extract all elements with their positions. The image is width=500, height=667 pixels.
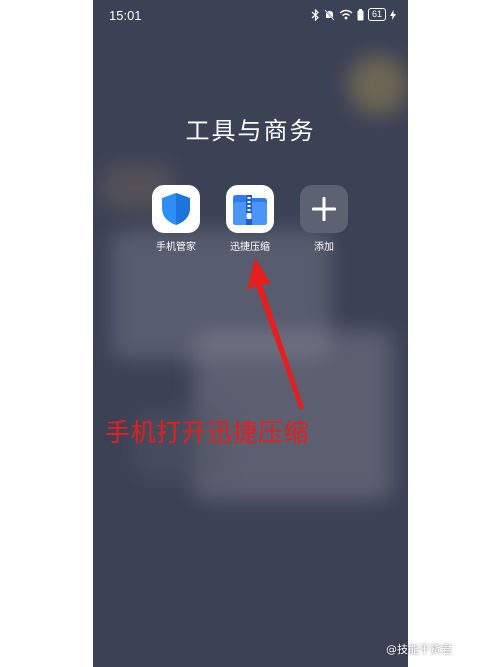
annotation-arrow (247, 258, 304, 410)
annotation-text: 手机打开迅捷压缩 (105, 418, 310, 447)
watermark: @技能干货君 (386, 643, 452, 656)
